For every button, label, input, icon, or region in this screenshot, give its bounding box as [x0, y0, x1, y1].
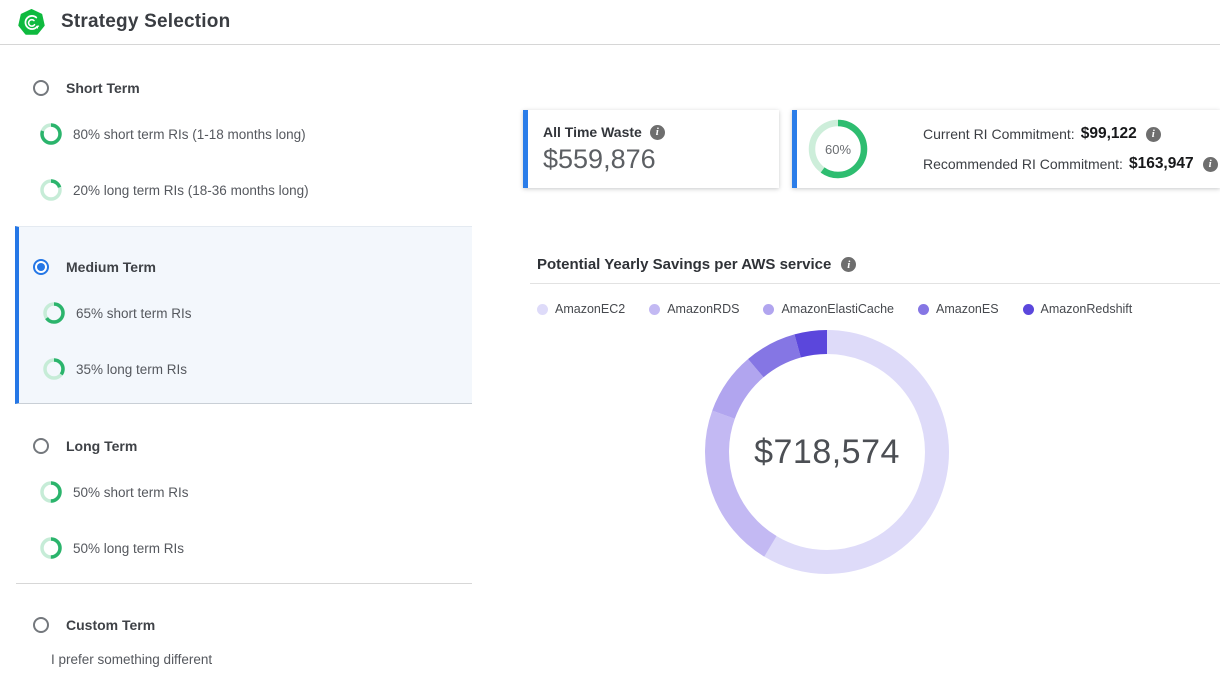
strategy-item-row: 50% long term RIs: [40, 537, 184, 559]
legend-item-amazonredshift[interactable]: AmazonRedshift: [1023, 302, 1133, 316]
legend-label: AmazonElastiCache: [781, 302, 894, 316]
radio-medium-term[interactable]: Medium Term: [33, 258, 156, 276]
legend-item-amazones[interactable]: AmazonES: [918, 302, 999, 316]
legend-label: AmazonES: [936, 302, 999, 316]
radio-circle-short-term[interactable]: [33, 80, 49, 96]
strategy-item-row: 35% long term RIs: [43, 358, 187, 380]
legend-item-amazonelasticache[interactable]: AmazonElastiCache: [763, 302, 894, 316]
strategy-item-label: 20% long term RIs (18-36 months long): [73, 183, 309, 198]
donut-center-total: $718,574: [697, 322, 957, 582]
current-ri-value: $99,122: [1081, 125, 1137, 143]
strategy-item-label: 50% short term RIs: [73, 485, 189, 500]
current-ri-label: Current RI Commitment:: [923, 126, 1075, 142]
gauge-percent-label: 60%: [808, 119, 868, 179]
info-icon[interactable]: i: [1146, 127, 1161, 142]
strategy-item-label: 65% short term RIs: [76, 306, 192, 321]
chart-legend: AmazonEC2 AmazonRDS AmazonElastiCache Am…: [537, 302, 1132, 316]
brand-logo-icon: [18, 9, 45, 36]
all-time-waste-card: All Time Waste i $559,876: [523, 110, 779, 188]
radio-circle-long-term[interactable]: [33, 438, 49, 454]
legend-item-amazonrds[interactable]: AmazonRDS: [649, 302, 739, 316]
percent-donut-indicator: [43, 302, 65, 324]
radio-short-term[interactable]: Short Term: [33, 79, 140, 97]
page-title: Strategy Selection: [61, 11, 230, 33]
strategy-item-row: 65% short term RIs: [43, 302, 192, 324]
app-header: Strategy Selection: [0, 0, 1220, 45]
recommended-ri-value: $163,947: [1129, 155, 1194, 173]
radio-circle-medium-term[interactable]: [33, 259, 49, 275]
radio-label-custom-term: Custom Term: [66, 617, 155, 633]
legend-item-amazonec2[interactable]: AmazonEC2: [537, 302, 625, 316]
recommended-ri-commitment-row: Recommended RI Commitment: $163,947 i: [923, 149, 1218, 179]
recommended-ri-label: Recommended RI Commitment:: [923, 156, 1123, 172]
current-ri-commitment-row: Current RI Commitment: $99,122 i: [923, 119, 1218, 149]
strategy-selection-page: Strategy Selection Short Term 80% short …: [0, 0, 1220, 691]
radio-long-term[interactable]: Long Term: [33, 437, 137, 455]
legend-label: AmazonRDS: [667, 302, 739, 316]
chart-divider: [530, 283, 1220, 284]
chart-title-row: Potential Yearly Savings per AWS service…: [537, 256, 856, 273]
percent-donut-indicator: [43, 358, 65, 380]
legend-dot: [1023, 304, 1034, 315]
info-icon[interactable]: i: [841, 257, 856, 272]
radio-label-long-term: Long Term: [66, 438, 137, 454]
percent-donut-indicator: [40, 537, 62, 559]
percent-donut-indicator: [40, 481, 62, 503]
percent-donut-indicator: [40, 123, 62, 145]
legend-dot: [763, 304, 774, 315]
legend-dot: [649, 304, 660, 315]
custom-term-description: I prefer something different: [51, 652, 212, 667]
info-icon[interactable]: i: [1203, 157, 1218, 172]
section-divider: [16, 583, 472, 584]
info-icon[interactable]: i: [650, 125, 665, 140]
legend-label: AmazonRedshift: [1041, 302, 1133, 316]
savings-donut-chart: $718,574: [697, 322, 957, 582]
strategy-item-label: 50% long term RIs: [73, 541, 184, 556]
strategy-item-row: 20% long term RIs (18-36 months long): [40, 179, 309, 201]
ri-commitment-card: 60% Current RI Commitment: $99,122 i Rec…: [792, 110, 1220, 188]
waste-card-value: $559,876: [543, 144, 779, 175]
legend-dot: [537, 304, 548, 315]
strategy-item-label: 80% short term RIs (1-18 months long): [73, 127, 306, 142]
strategy-item-row: 50% short term RIs: [40, 481, 189, 503]
legend-dot: [918, 304, 929, 315]
waste-card-title: All Time Waste: [543, 124, 642, 140]
chart-title: Potential Yearly Savings per AWS service: [537, 256, 831, 273]
radio-label-medium-term: Medium Term: [66, 259, 156, 275]
legend-label: AmazonEC2: [555, 302, 625, 316]
radio-circle-custom-term[interactable]: [33, 617, 49, 633]
percent-donut-indicator: [40, 179, 62, 201]
radio-label-short-term: Short Term: [66, 80, 140, 96]
commitment-gauge: 60%: [808, 119, 868, 179]
strategy-item-row: 80% short term RIs (1-18 months long): [40, 123, 306, 145]
radio-custom-term[interactable]: Custom Term: [33, 616, 155, 634]
strategy-item-label: 35% long term RIs: [76, 362, 187, 377]
